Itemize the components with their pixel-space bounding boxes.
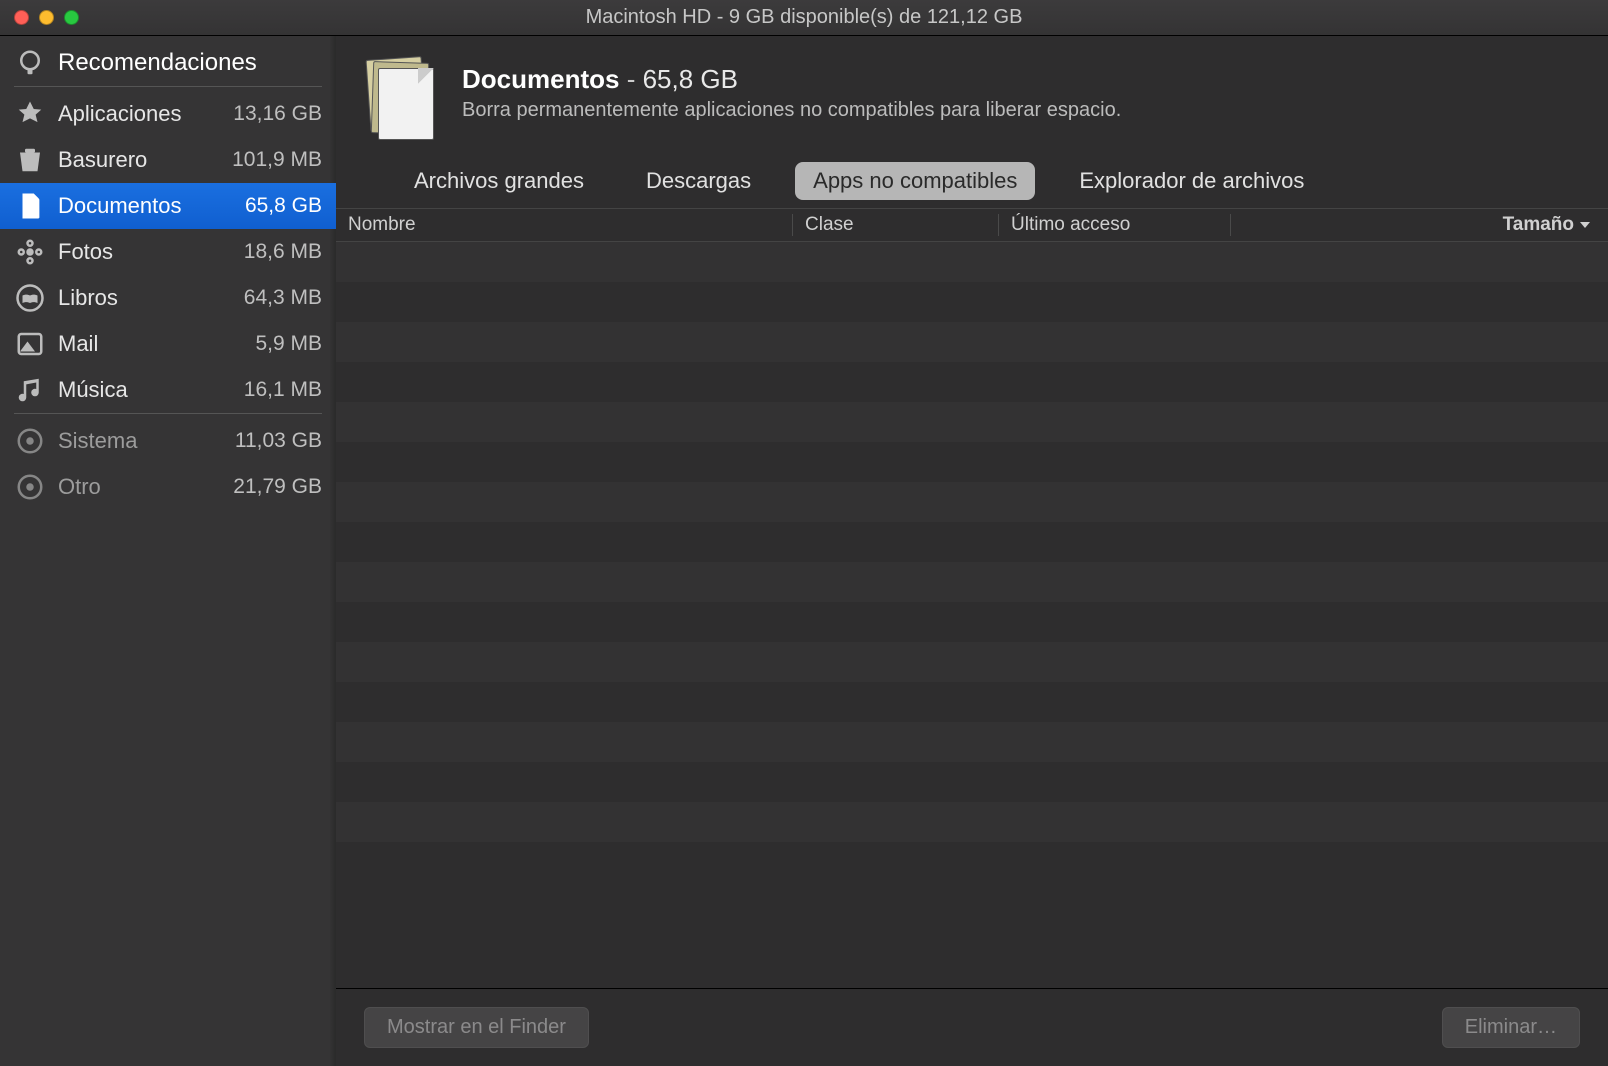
- sidebar-item-applications[interactable]: Aplicaciones 13,16 GB: [0, 91, 336, 137]
- lightbulb-icon: [14, 47, 46, 79]
- gear-icon: [14, 471, 46, 503]
- table-row[interactable]: [336, 522, 1608, 562]
- category-subtitle: Borra permanentemente aplicaciones no co…: [462, 99, 1121, 122]
- close-window-button[interactable]: [14, 10, 29, 25]
- sidebar-item-label: Fotos: [58, 239, 232, 265]
- table-row[interactable]: [336, 642, 1608, 682]
- column-header-size[interactable]: Tamaño: [1230, 214, 1608, 236]
- minimize-window-button[interactable]: [39, 10, 54, 25]
- file-list[interactable]: [336, 242, 1608, 988]
- category-title-line: Documentos - 65,8 GB: [462, 64, 1121, 95]
- books-icon: [14, 282, 46, 314]
- tab-bar: Archivos grandes Descargas Apps no compa…: [336, 162, 1608, 208]
- documents-stack-icon: [364, 58, 440, 142]
- sidebar: Recomendaciones Aplicaciones 13,16 GB Ba…: [0, 36, 336, 1066]
- column-header-last-access[interactable]: Último acceso: [998, 214, 1230, 236]
- sidebar-item-photos[interactable]: Fotos 18,6 MB: [0, 229, 336, 275]
- storage-management-window: Macintosh HD - 9 GB disponible(s) de 121…: [0, 0, 1608, 1066]
- table-row[interactable]: [336, 722, 1608, 762]
- show-in-finder-button[interactable]: Mostrar en el Finder: [364, 1007, 589, 1048]
- sidebar-item-size: 16,1 MB: [244, 378, 322, 402]
- sidebar-item-label: Sistema: [58, 428, 223, 454]
- documents-icon: [14, 190, 46, 222]
- sidebar-item-size: 64,3 MB: [244, 286, 322, 310]
- sidebar-separator: [14, 413, 322, 414]
- table-row[interactable]: [336, 322, 1608, 362]
- sidebar-item-label: Otro: [58, 474, 221, 500]
- window-body: Recomendaciones Aplicaciones 13,16 GB Ba…: [0, 36, 1608, 1066]
- table-row[interactable]: [336, 602, 1608, 642]
- sidebar-item-size: 101,9 MB: [232, 148, 322, 172]
- trash-icon: [14, 144, 46, 176]
- sidebar-item-size: 5,9 MB: [255, 332, 322, 356]
- table-row[interactable]: [336, 362, 1608, 402]
- sidebar-item-documents[interactable]: Documentos 65,8 GB: [0, 183, 336, 229]
- table-row[interactable]: [336, 762, 1608, 802]
- sidebar-item-size: 11,03 GB: [235, 429, 322, 453]
- sort-descending-icon: [1580, 222, 1590, 228]
- table-row[interactable]: [336, 682, 1608, 722]
- music-icon: [14, 374, 46, 406]
- sidebar-item-label: Libros: [58, 285, 232, 311]
- table-row[interactable]: [336, 402, 1608, 442]
- sidebar-item-size: 13,16 GB: [233, 102, 322, 126]
- category-header: Documentos - 65,8 GB Borra permanentemen…: [336, 36, 1608, 162]
- title-bar[interactable]: Macintosh HD - 9 GB disponible(s) de 121…: [0, 0, 1608, 36]
- sidebar-item-books[interactable]: Libros 64,3 MB: [0, 275, 336, 321]
- tab-unsupported-apps[interactable]: Apps no compatibles: [795, 162, 1035, 200]
- photos-icon: [14, 236, 46, 268]
- category-size: 65,8 GB: [643, 64, 738, 94]
- table-row[interactable]: [336, 562, 1608, 602]
- sidebar-item-size: 21,79 GB: [233, 475, 322, 499]
- sidebar-item-label: Música: [58, 377, 232, 403]
- category-title: Documentos: [462, 64, 619, 94]
- sidebar-item-other[interactable]: Otro 21,79 GB: [0, 464, 336, 510]
- sidebar-item-recommendations[interactable]: Recomendaciones: [0, 40, 336, 86]
- sidebar-separator: [14, 86, 322, 87]
- sidebar-item-system[interactable]: Sistema 11,03 GB: [0, 418, 336, 464]
- sidebar-item-label: Basurero: [58, 147, 220, 173]
- sidebar-item-mail[interactable]: Mail 5,9 MB: [0, 321, 336, 367]
- sidebar-item-trash[interactable]: Basurero 101,9 MB: [0, 137, 336, 183]
- table-row[interactable]: [336, 242, 1608, 282]
- sidebar-item-music[interactable]: Música 16,1 MB: [0, 367, 336, 413]
- window-title: Macintosh HD - 9 GB disponible(s) de 121…: [586, 6, 1023, 29]
- table-row[interactable]: [336, 282, 1608, 322]
- footer-bar: Mostrar en el Finder Eliminar…: [336, 988, 1608, 1066]
- tab-file-browser[interactable]: Explorador de archivos: [1061, 162, 1322, 200]
- main-panel: Documentos - 65,8 GB Borra permanentemen…: [336, 36, 1608, 1066]
- table-row[interactable]: [336, 442, 1608, 482]
- sidebar-item-label: Recomendaciones: [58, 49, 322, 77]
- column-header-kind[interactable]: Clase: [792, 214, 998, 236]
- sidebar-item-label: Documentos: [58, 193, 233, 219]
- tab-large-files[interactable]: Archivos grandes: [396, 162, 602, 200]
- sidebar-item-label: Aplicaciones: [58, 101, 221, 127]
- table-row[interactable]: [336, 482, 1608, 522]
- column-header-name[interactable]: Nombre: [336, 214, 792, 236]
- applications-icon: [14, 98, 46, 130]
- column-headers: Nombre Clase Último acceso Tamaño: [336, 208, 1608, 242]
- gear-icon: [14, 425, 46, 457]
- delete-button[interactable]: Eliminar…: [1442, 1007, 1580, 1048]
- traffic-lights: [14, 10, 79, 25]
- mail-icon: [14, 328, 46, 360]
- sidebar-item-label: Mail: [58, 331, 243, 357]
- zoom-window-button[interactable]: [64, 10, 79, 25]
- table-row[interactable]: [336, 802, 1608, 842]
- sidebar-item-size: 65,8 GB: [245, 194, 322, 218]
- sidebar-item-size: 18,6 MB: [244, 240, 322, 264]
- category-header-text: Documentos - 65,8 GB Borra permanentemen…: [462, 58, 1121, 122]
- tab-downloads[interactable]: Descargas: [628, 162, 769, 200]
